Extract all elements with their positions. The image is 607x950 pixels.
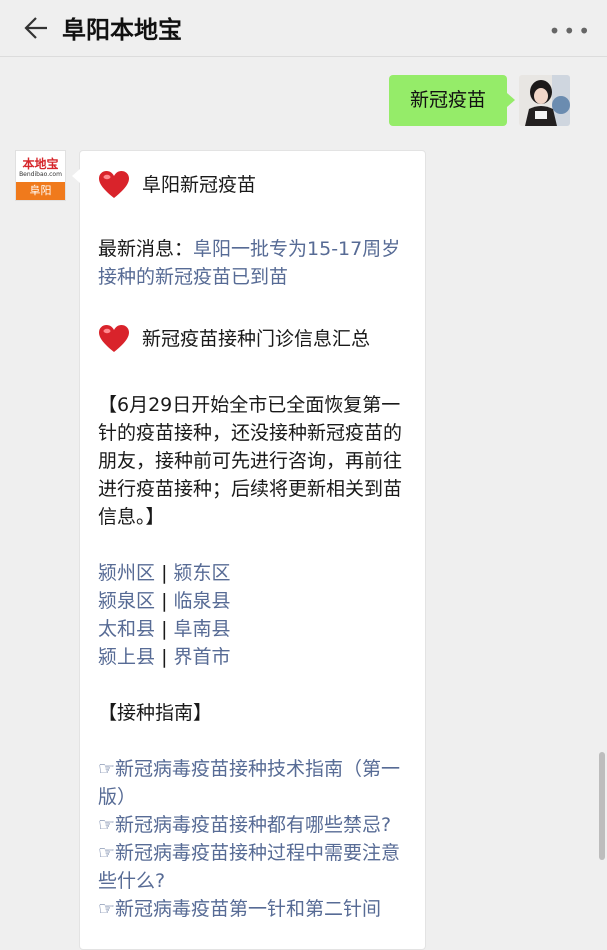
heading-2: 新冠疫苗接种门诊信息汇总	[142, 328, 371, 350]
district-list: 颍州区 | 颍东区 颍泉区 | 临泉县 太和县 | 阜南县 颍上县 | 界首市	[98, 559, 416, 671]
top-bar: 阜阳本地宝 •••	[0, 0, 607, 57]
separator: |	[161, 562, 168, 584]
back-arrow-icon[interactable]	[20, 14, 48, 42]
district-row: 颍上县 | 界首市	[98, 643, 416, 671]
district-link[interactable]: 颍上县	[98, 646, 155, 668]
heart-icon	[98, 169, 130, 201]
bot-message-card: 阜阳新冠疫苗 最新消息：阜阳一批专为15-17周岁接种的新冠疫苗已到苗 新冠疫苗…	[72, 150, 426, 950]
district-link[interactable]: 颍东区	[174, 562, 231, 584]
avatar-city: 阜阳	[16, 182, 65, 200]
scrollbar[interactable]	[599, 752, 605, 860]
separator: |	[161, 646, 168, 668]
guide-links: ☞新冠病毒疫苗接种技术指南（第一版） ☞新冠病毒疫苗接种都有哪些禁忌? ☞新冠病…	[98, 755, 416, 923]
district-row: 颍泉区 | 临泉县	[98, 587, 416, 615]
guide-link[interactable]: ☞新冠病毒疫苗接种技术指南（第一版）	[98, 755, 416, 811]
district-row: 颍州区 | 颍东区	[98, 559, 416, 587]
district-link[interactable]: 颍州区	[98, 562, 155, 584]
chat-title: 阜阳本地宝	[62, 16, 182, 44]
guide-link[interactable]: ☞新冠病毒疫苗接种都有哪些禁忌?	[98, 811, 416, 839]
heading-1: 阜阳新冠疫苗	[142, 174, 257, 196]
district-row: 太和县 | 阜南县	[98, 615, 416, 643]
district-link[interactable]: 阜南县	[174, 618, 231, 640]
user-avatar[interactable]	[519, 75, 570, 126]
district-link[interactable]: 颍泉区	[98, 590, 155, 612]
user-message-bubble[interactable]: 新冠疫苗	[389, 75, 515, 126]
separator: |	[161, 590, 168, 612]
district-link[interactable]: 临泉县	[174, 590, 231, 612]
news-paragraph: 最新消息：阜阳一批专为15-17周岁接种的新冠疫苗已到苗	[98, 235, 416, 291]
avatar-brand: 本地宝	[22, 157, 59, 171]
news-label: 最新消息：	[98, 238, 194, 260]
guide-heading: 【接种指南】	[98, 702, 213, 724]
heading-row-1: 阜阳新冠疫苗	[98, 167, 416, 203]
separator: |	[161, 618, 168, 640]
notice-paragraph: 【6月29日开始全市已全面恢复第一针的疫苗接种，还没接种新冠疫苗的朋友，接种前可…	[98, 394, 403, 528]
avatar-domain: Bendibao.com	[19, 171, 62, 178]
more-dots-icon[interactable]: •••	[549, 21, 593, 41]
guide-link[interactable]: ☞新冠病毒疫苗第一针和第二针间	[98, 895, 416, 923]
heart-icon	[98, 323, 130, 355]
guide-link[interactable]: ☞新冠病毒疫苗接种过程中需要注意些什么?	[98, 839, 416, 895]
bot-avatar[interactable]: 本地宝 Bendibao.com 阜阳	[15, 150, 66, 201]
district-link[interactable]: 太和县	[98, 618, 155, 640]
district-link[interactable]: 界首市	[174, 646, 231, 668]
heading-row-2: 新冠疫苗接种门诊信息汇总	[98, 321, 416, 357]
